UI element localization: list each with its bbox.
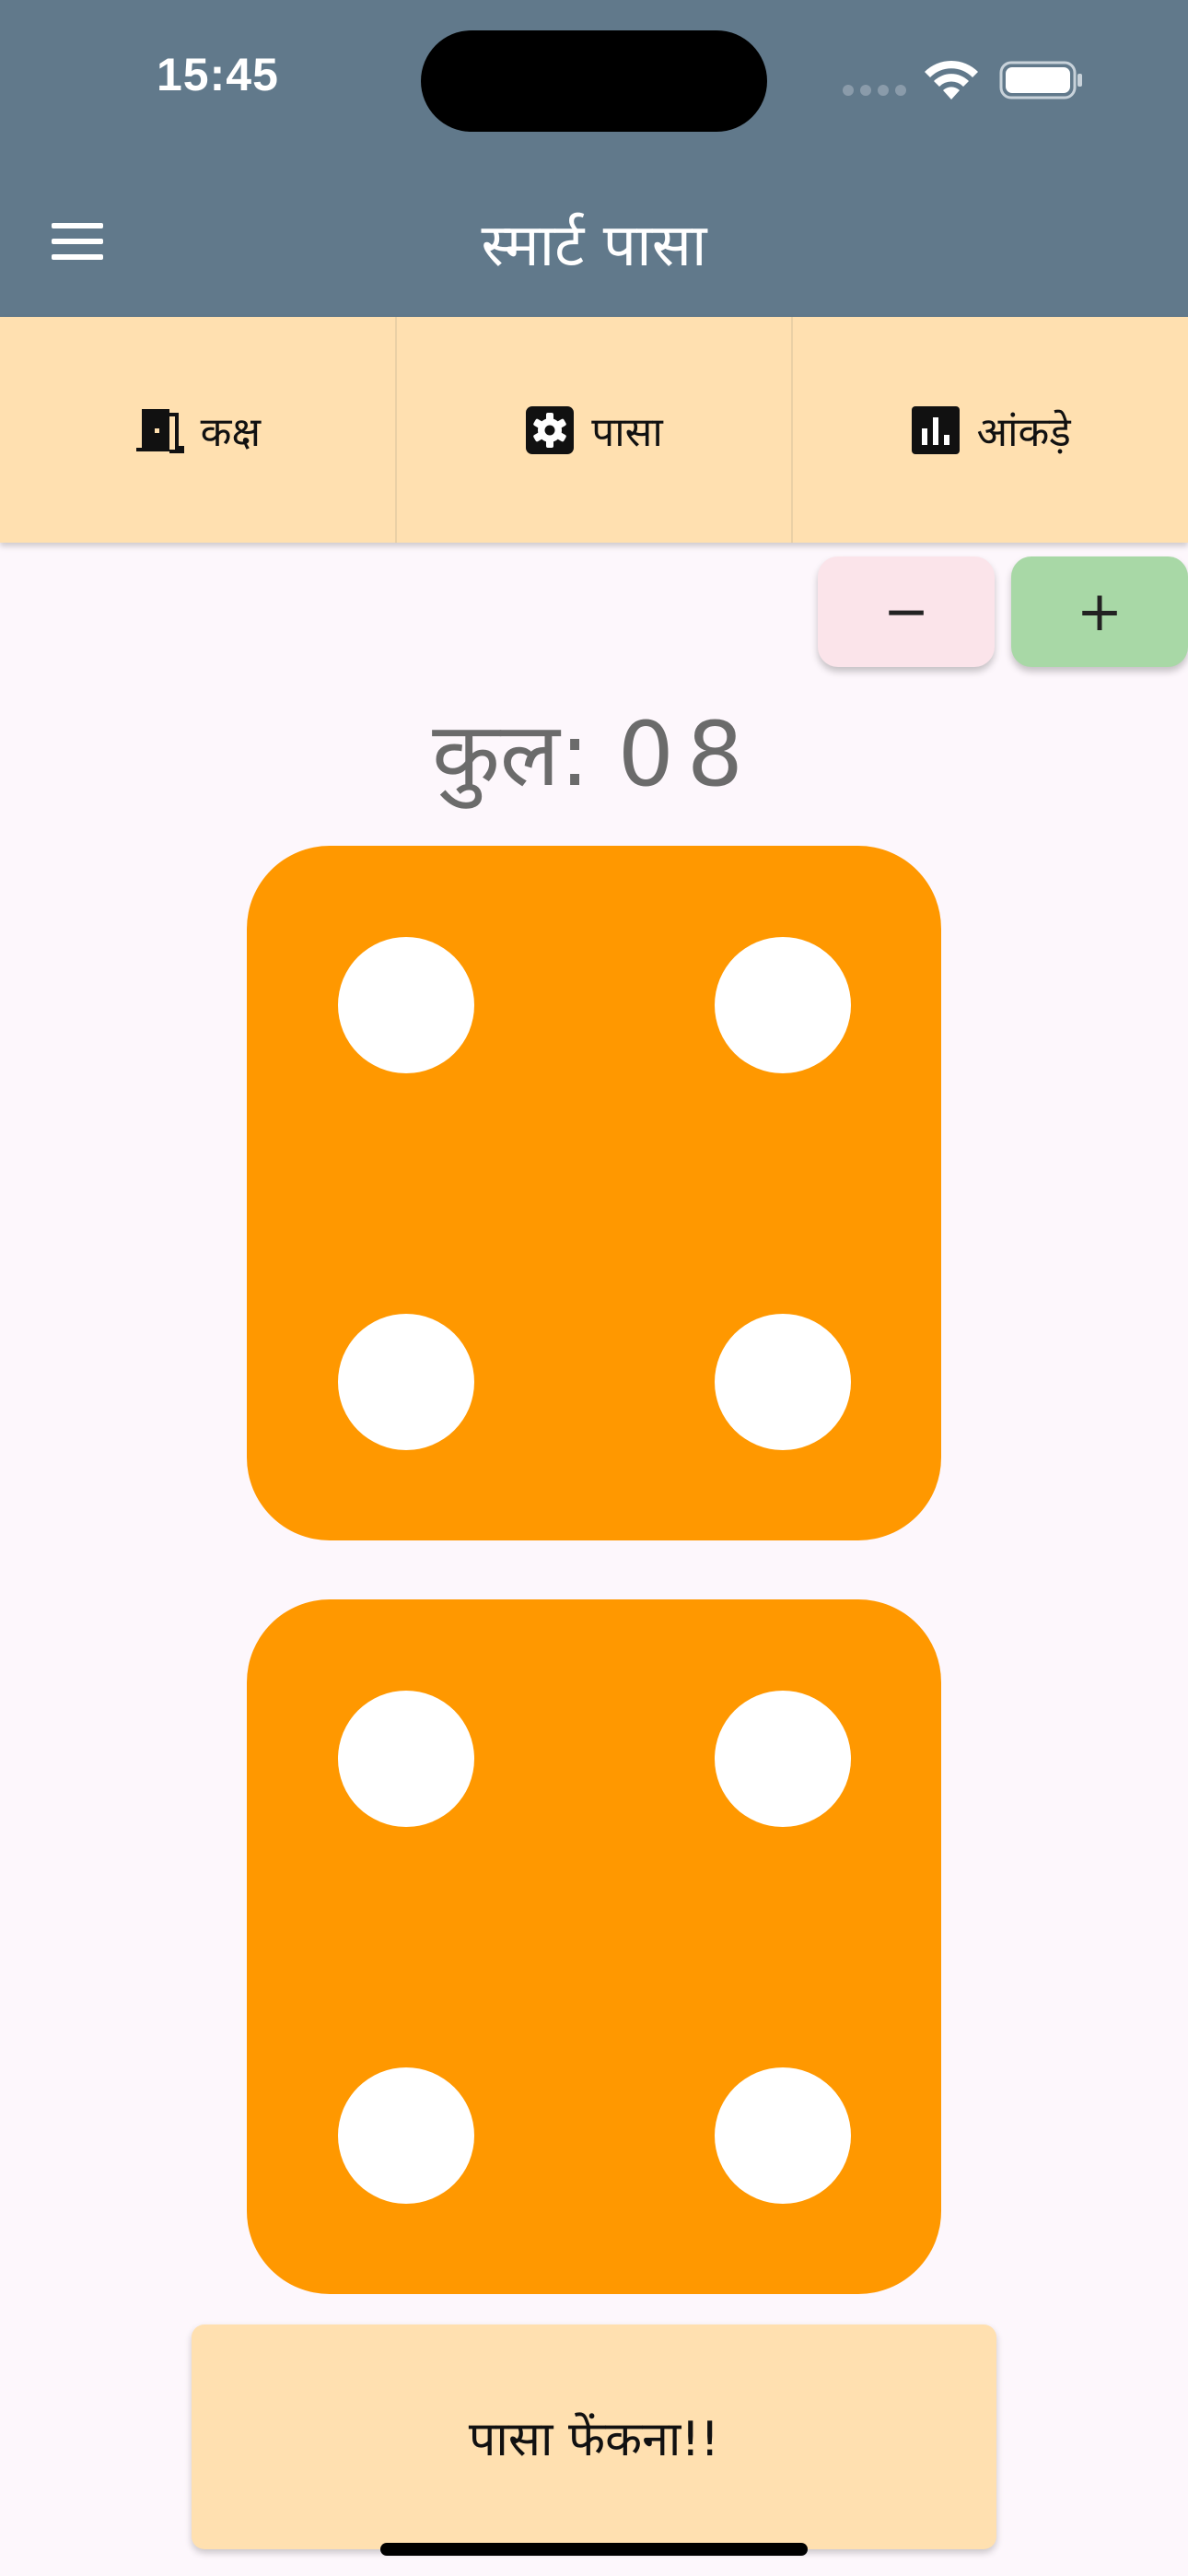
total-label: कुल: (432, 703, 590, 806)
total-display: कुल: 08 (0, 691, 1188, 812)
app-header: 15:45 स्मार्ट पासा (0, 0, 1188, 317)
add-die-button[interactable]: + (1011, 556, 1188, 667)
settings-gear-icon (526, 405, 575, 454)
dynamic-island (421, 30, 767, 132)
battery-icon (999, 61, 1082, 100)
status-time: 15:45 (157, 49, 279, 100)
die-pip (715, 2067, 851, 2204)
tab-dice-label: पासा (591, 408, 663, 456)
roll-dice-button[interactable]: पासा फेंकना!! (192, 2324, 996, 2549)
die-pip (715, 937, 851, 1073)
total-value: 08 (617, 703, 756, 806)
tab-stats[interactable]: आंकड़े (793, 317, 1188, 543)
door-icon (135, 408, 184, 453)
die-pip (338, 2067, 474, 2204)
tab-dice[interactable]: पासा (397, 317, 794, 543)
die-1[interactable] (247, 846, 941, 1540)
die-pip (338, 937, 474, 1073)
bar-chart-icon (911, 405, 960, 454)
die-pip (715, 1314, 851, 1450)
die-2[interactable] (247, 1599, 941, 2294)
home-indicator[interactable] (380, 2543, 808, 2556)
tab-stats-label: आंकड़े (976, 408, 1071, 456)
cellular-signal-icon (843, 85, 906, 96)
die-pip (338, 1314, 474, 1450)
wifi-icon (925, 60, 978, 100)
tab-room[interactable]: कक्ष (0, 317, 397, 543)
remove-die-button[interactable]: − (818, 556, 995, 667)
die-pip (338, 1691, 474, 1827)
die-pip (715, 1691, 851, 1827)
tab-room-label: कक्ष (200, 408, 261, 456)
tab-bar: कक्ष पासा आंकड़े (0, 317, 1188, 543)
page-title: स्मार्ट पासा (481, 212, 707, 280)
